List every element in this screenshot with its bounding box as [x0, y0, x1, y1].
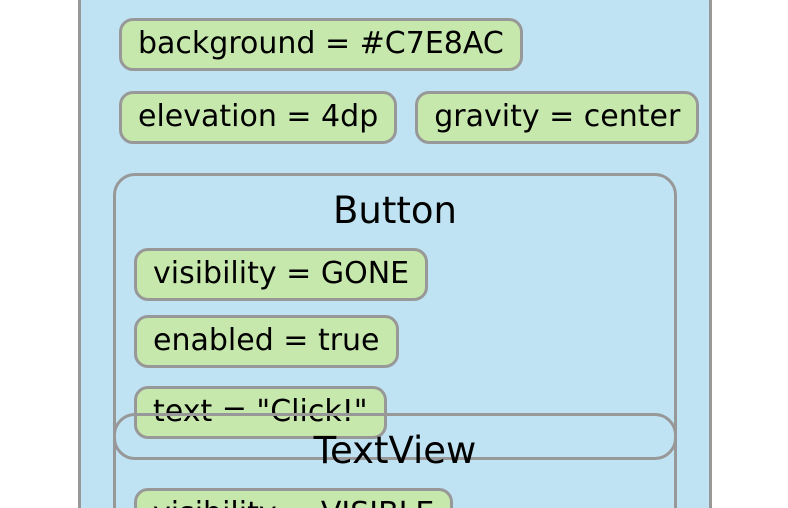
chip-textview-visibility: visibility = VISIBLE — [134, 488, 453, 508]
chip-row: elevation = 4dp gravity = center — [119, 91, 699, 144]
chip-elevation: elevation = 4dp — [119, 91, 397, 144]
top-attribute-chips: background = #C7E8AC elevation = 4dp gra… — [119, 18, 699, 144]
panel-title-textview: TextView — [134, 428, 656, 474]
chip-gravity: gravity = center — [415, 91, 699, 144]
panel-textview: TextView visibility = VISIBLE id = @id/t… — [113, 413, 677, 508]
chip-row: visibility = GONE — [134, 248, 656, 301]
chip-button-visibility: visibility = GONE — [134, 248, 428, 301]
panel-title-button: Button — [134, 188, 656, 234]
chip-background: background = #C7E8AC — [119, 18, 523, 71]
chip-row: visibility = VISIBLE id = @id/txt — [134, 488, 656, 508]
chip-row: background = #C7E8AC — [119, 18, 699, 71]
outer-container-box: background = #C7E8AC elevation = 4dp gra… — [78, 0, 712, 508]
chip-button-enabled: enabled = true — [134, 315, 399, 368]
diagram-canvas: background = #C7E8AC elevation = 4dp gra… — [0, 0, 788, 508]
